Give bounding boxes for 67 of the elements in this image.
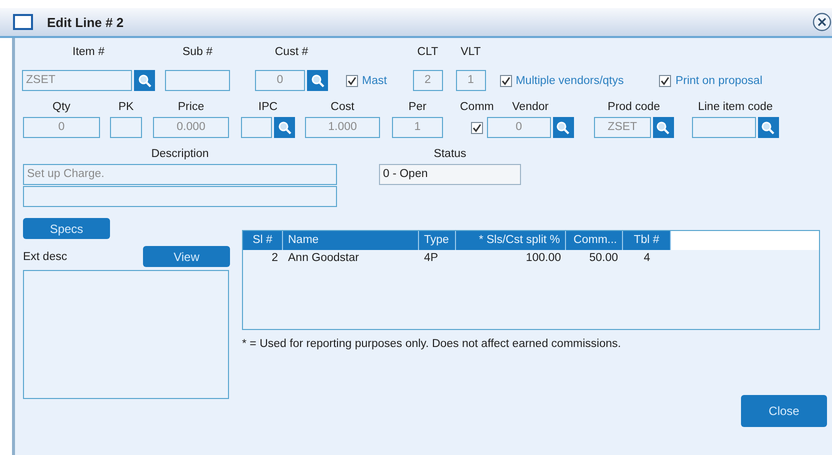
input-field[interactable]: ZSET (594, 117, 651, 138)
field-label: Item # (72, 45, 106, 60)
checkbox[interactable] (500, 74, 512, 86)
close-icon[interactable] (812, 12, 832, 32)
input-field[interactable]: 1.000 (305, 117, 380, 138)
search-icon[interactable] (307, 70, 328, 91)
column-header[interactable]: Type (419, 231, 456, 250)
checkbox-label[interactable]: Mast (362, 74, 387, 86)
checkbox[interactable] (346, 74, 358, 86)
column-header[interactable]: Name (283, 231, 419, 250)
column-header[interactable]: Sl # (243, 231, 283, 250)
table-cell-text: 100.00 (524, 251, 562, 266)
view-button[interactable]: View (143, 246, 230, 267)
status-field[interactable]: 0 - Open (379, 164, 521, 185)
field-label: Sub # (181, 45, 214, 60)
footnote: * = Used for reporting purposes only. Does not affect earned commissions. (242, 338, 622, 350)
text-area[interactable] (23, 270, 229, 399)
field-label: Prod code (606, 100, 662, 115)
input-field[interactable] (23, 186, 337, 207)
table-cell-text: 2 (270, 251, 279, 266)
specs-button[interactable]: Specs (23, 218, 110, 239)
table-cell-text: 4P (423, 251, 440, 266)
field-label: Cost (330, 100, 356, 115)
field-label: IPC (257, 100, 279, 115)
table-cell-text: Ann Goodstar (287, 251, 360, 266)
search-icon[interactable] (652, 117, 674, 138)
column-header[interactable]: Comm... (566, 231, 623, 250)
input-field[interactable]: 0 (486, 117, 551, 138)
window-icon (13, 14, 33, 30)
field-label: Cust # (274, 45, 310, 60)
input-field[interactable] (692, 117, 756, 138)
field-label: Line item code (696, 100, 774, 115)
input-field[interactable]: 0 (255, 70, 305, 91)
field-label: Status (432, 147, 468, 162)
checkbox-label[interactable]: Multiple vendors/qtys (516, 74, 624, 86)
search-icon[interactable] (552, 117, 574, 138)
search-icon[interactable] (134, 70, 155, 91)
table-cell-text: 50.00 (588, 251, 619, 266)
column-header[interactable]: Tbl # (623, 231, 671, 250)
window-title: Edit Line # 2 (47, 14, 124, 30)
search-icon[interactable] (758, 117, 779, 138)
field-label: Price (176, 100, 206, 115)
input-field[interactable] (165, 70, 230, 91)
field-label: Ext desc (23, 250, 68, 262)
input-field[interactable] (110, 117, 142, 138)
table-cell-text: 4 (642, 251, 652, 266)
field-label: VLT (460, 45, 482, 60)
search-icon[interactable] (274, 117, 295, 138)
input-field[interactable]: 1 (456, 70, 486, 91)
field-label: Comm (460, 100, 494, 115)
checkbox[interactable] (659, 74, 672, 86)
column-header[interactable]: * Sls/Cst split % (456, 231, 566, 250)
input-field[interactable]: 0 (23, 117, 100, 138)
checkbox[interactable] (470, 122, 483, 134)
field-label: Description (150, 147, 210, 162)
field-label: Per (408, 100, 428, 115)
input-field[interactable] (241, 117, 272, 138)
checkbox-label[interactable]: Print on proposal (675, 74, 762, 86)
input-field[interactable]: Set up Charge. (23, 164, 337, 185)
input-field[interactable]: ZSET (22, 70, 132, 91)
input-field[interactable]: 2 (412, 70, 443, 91)
field-label: CLT (416, 45, 440, 60)
input-field[interactable]: 0.000 (153, 117, 229, 138)
field-label: Qty (52, 100, 72, 115)
input-field[interactable]: 1 (392, 117, 443, 138)
close-button[interactable]: Close (741, 395, 827, 427)
field-label: PK (117, 100, 135, 115)
